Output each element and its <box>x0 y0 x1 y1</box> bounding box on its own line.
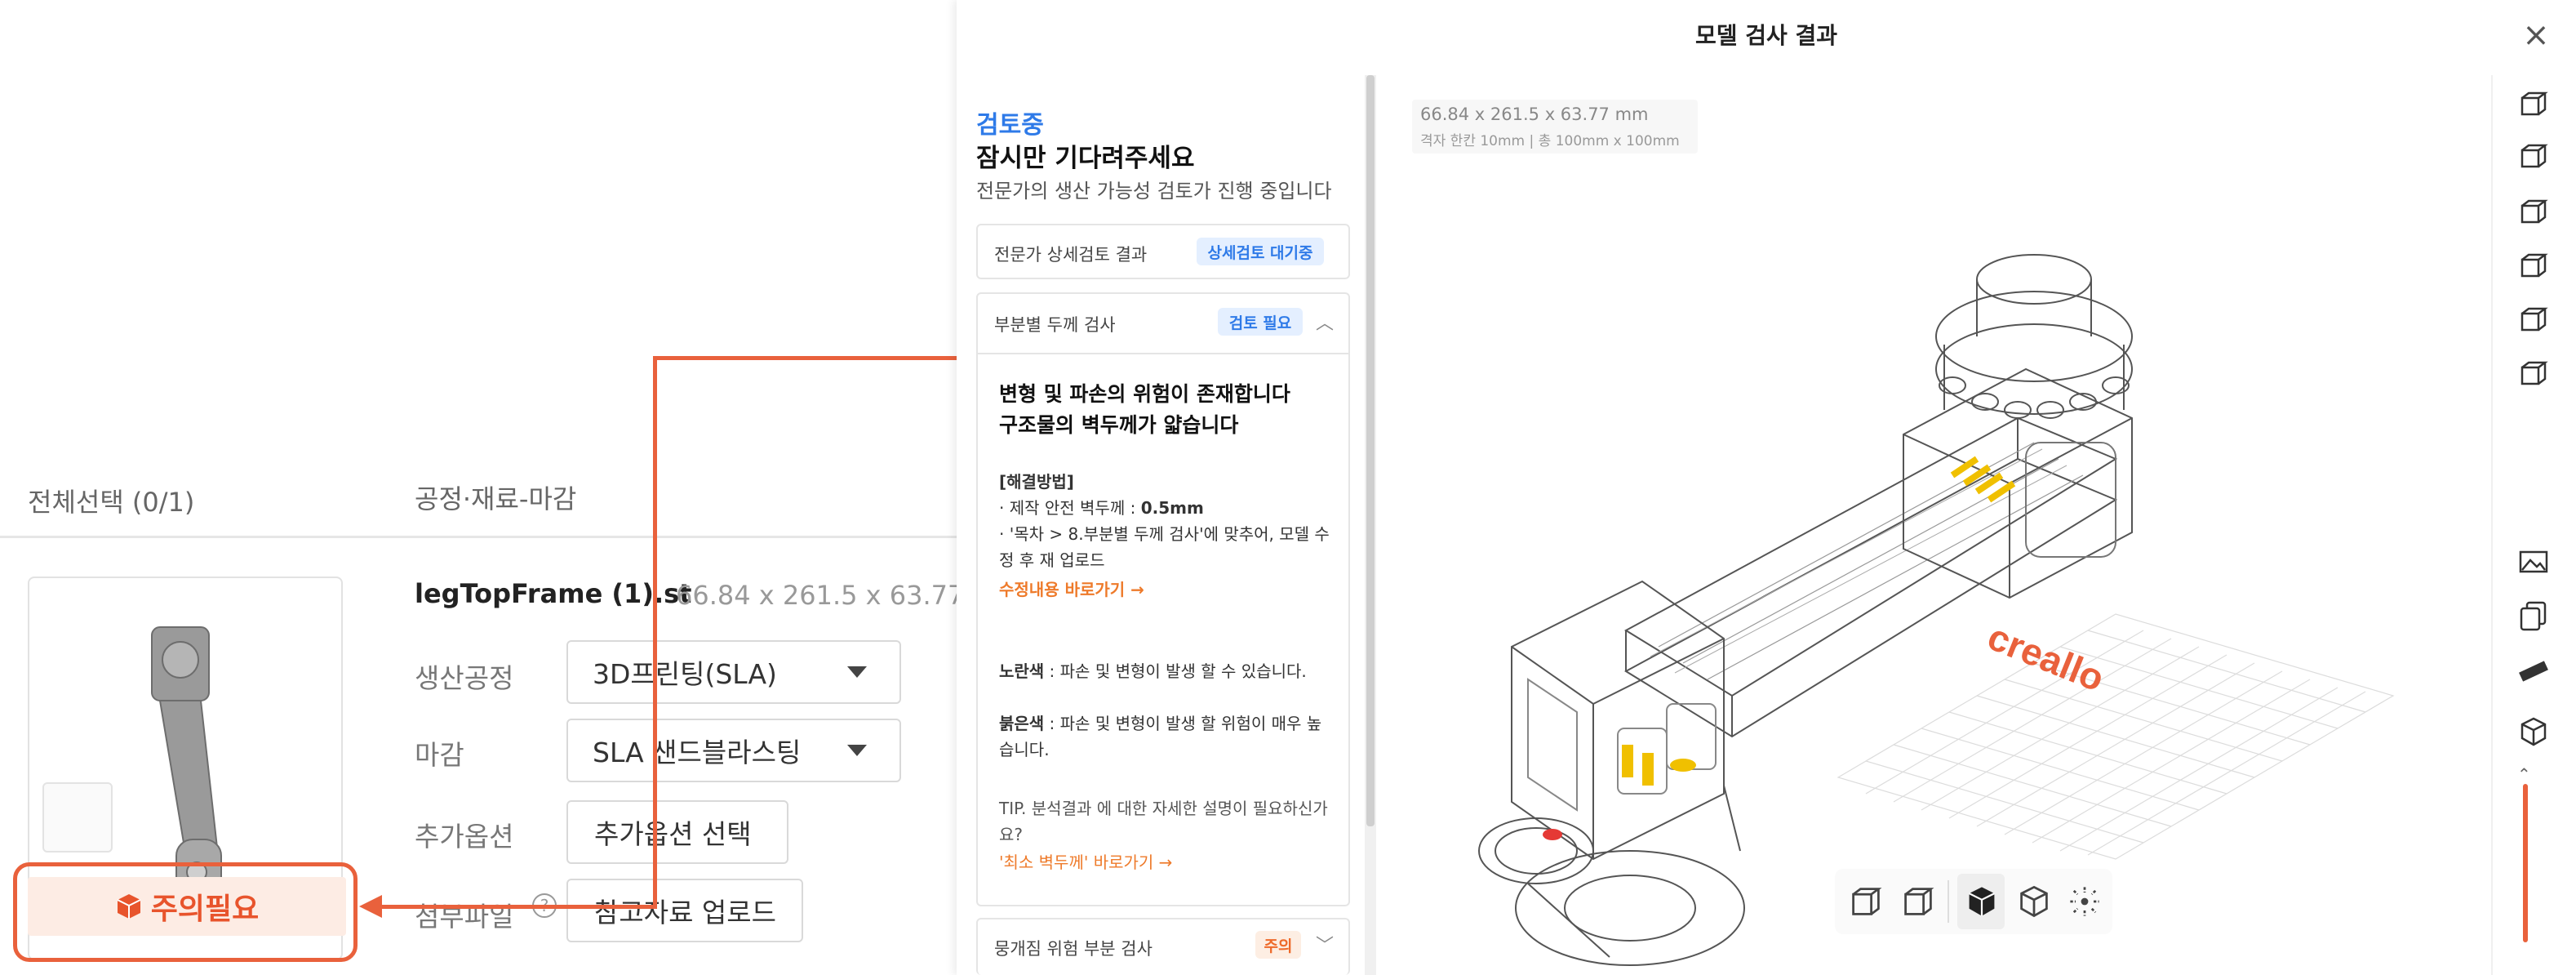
review-scroll-thumb[interactable] <box>1366 75 1375 826</box>
expert-status-badge: 상세검토 대기중 <box>1197 238 1324 265</box>
wireframe-icon[interactable] <box>2016 884 2052 919</box>
select-all-checkbox-label[interactable]: 전체선택 (0/1) <box>28 482 194 519</box>
file-dimensions: 66.84 x 261.5 x 63.77 r <box>676 580 984 611</box>
thickness-badge: 검토 필요 <box>1218 308 1303 336</box>
clump-badge: 주의 <box>1255 931 1301 959</box>
view-cube-4-icon[interactable] <box>2517 250 2550 283</box>
header-divider <box>0 536 957 538</box>
yellow-desc: : 파손 및 변형이 발생 할 수 있습니다. <box>1044 661 1307 681</box>
view-cube-1-icon[interactable] <box>2517 88 2550 121</box>
order-panel: 전체선택 (0/1) 공정·재료-마감 legTopFrame (1).st 6… <box>0 0 984 975</box>
min-wall-link[interactable]: '최소 벽두께' 바로가기 → <box>999 849 1172 873</box>
tip-text: TIP. 분석결과 에 대한 자세한 설명이 필요하신가요? <box>999 799 1328 844</box>
red-label: 붉은색 <box>999 714 1045 733</box>
ruler-icon[interactable] <box>2517 655 2550 688</box>
solution-title: [해결방법] <box>999 472 1074 492</box>
fix-link[interactable]: 수정내용 바로가기 → <box>999 577 1144 600</box>
zoom-slider[interactable] <box>2523 784 2528 942</box>
thickness-check-section: 부분별 두께 검사 검토 필요 ︿ 변형 및 파손의 위험이 존재합니다 구조물… <box>976 292 1350 906</box>
model-viewer[interactable]: 66.84 x 261.5 x 63.77 mm 격자 한칸 10mm | 총 … <box>1381 75 2491 975</box>
view-cube-3-icon[interactable] <box>2517 196 2550 229</box>
toolbar-divider <box>1948 880 1949 923</box>
process-value: 3D프린팅(SLA) <box>593 658 777 690</box>
option-label: 추가옵션 <box>415 821 514 853</box>
process-select[interactable]: 3D프린팅(SLA) <box>566 640 901 704</box>
finish-label: 마감 <box>415 739 464 771</box>
close-icon[interactable]: × <box>2516 16 2556 57</box>
zoom-up-icon[interactable]: ⌃ <box>2517 764 2531 784</box>
red-desc: : 파손 및 변형이 발생 할 위험이 매우 높습니다. <box>999 714 1322 759</box>
process-label: 생산공정 <box>415 662 514 694</box>
safe-thickness-value: 0.5mm <box>1140 498 1204 518</box>
fit-icon[interactable] <box>2067 884 2103 919</box>
chevron-down-icon <box>847 745 867 756</box>
attachment-label: 첨부파일 <box>415 901 514 933</box>
ortho-icon[interactable] <box>1900 884 1936 919</box>
image-icon[interactable] <box>2517 545 2550 578</box>
section-divider <box>978 353 1348 354</box>
solution-2: · '목차 > 8.부분별 두께 검사'에 맞추어, 모델 수정 후 재 업로드 <box>999 524 1330 570</box>
solution-1: · 제작 안전 벽두께 : 0.5mm <box>999 495 1204 521</box>
review-status: 검토중 <box>976 111 1044 140</box>
add-option-text: 추가옵션 선택 <box>594 818 752 850</box>
chevron-up-icon[interactable]: ︿ <box>1316 309 1334 335</box>
finish-select[interactable]: SLA 샌드블라스팅 <box>566 719 901 782</box>
item-checkbox[interactable] <box>42 782 113 853</box>
annotation-line-vertical <box>653 356 657 908</box>
column-header: 공정·재료-마감 <box>415 483 577 514</box>
view-cube-6-icon[interactable] <box>2517 358 2550 390</box>
modal-title: 모델 검사 결과 <box>1694 22 1838 49</box>
review-panel: 검토중 잠시만 기다려주세요 전문가의 생산 가능성 검토가 진행 중입니다 전… <box>957 75 1365 975</box>
inspection-modal: 모델 검사 결과 × 검토중 잠시만 기다려주세요 전문가의 생산 가능성 검토… <box>957 0 2576 975</box>
grid-floor <box>1837 613 2395 860</box>
annotation-highlight-box <box>13 862 358 962</box>
file-name: legTopFrame (1).st <box>415 578 692 609</box>
perspective-icon[interactable] <box>1848 884 1884 919</box>
finish-value: SLA 샌드블라스팅 <box>593 737 802 768</box>
annotation-line-top <box>653 356 957 360</box>
expert-review-label: 전문가 상세검토 결과 <box>994 245 1148 265</box>
clump-check-row[interactable]: 뭉개짐 위험 부분 검사 주의 ﹀ <box>976 918 1350 975</box>
box-3d-icon[interactable] <box>2517 715 2550 748</box>
view-cube-2-icon[interactable] <box>2517 140 2550 173</box>
copy-icon[interactable] <box>2517 599 2550 632</box>
annotation-line-bottom <box>382 905 657 909</box>
expert-review-row[interactable]: 전문가 상세검토 결과 상세검토 대기중 <box>976 224 1350 279</box>
chevron-down-icon[interactable]: ﹀ <box>1316 931 1334 957</box>
view-cube-5-icon[interactable] <box>2517 304 2550 336</box>
thin-wall-highlights <box>1543 456 2016 840</box>
clump-label: 뭉개짐 위험 부분 검사 <box>994 939 1153 959</box>
yellow-label: 노란색 <box>999 661 1045 681</box>
view-controls <box>1835 869 2112 934</box>
thickness-label: 부분별 두께 검사 <box>994 315 1116 335</box>
model-canvas[interactable]: creallo <box>1381 75 2491 975</box>
review-subtitle: 전문가의 생산 가능성 검토가 진행 중입니다 <box>976 180 1332 203</box>
wireframe-model <box>1478 254 2133 966</box>
upload-text: 참고자료 업로드 <box>594 897 777 928</box>
brand-watermark: creallo <box>1982 615 2110 700</box>
wall-thin-headline: 구조물의 벽두께가 얇습니다 <box>999 413 1239 437</box>
risk-headline: 변형 및 파손의 위험이 존재합니다 <box>999 382 1290 406</box>
solution-1-text: · 제작 안전 벽두께 : <box>999 498 1141 518</box>
review-title: 잠시만 기다려주세요 <box>976 144 1195 173</box>
yellow-legend: 노란색 : 파손 및 변형이 발생 할 수 있습니다. <box>999 658 1334 684</box>
upload-reference-button[interactable]: 참고자료 업로드 <box>566 879 803 942</box>
solid-icon[interactable] <box>1964 884 2000 919</box>
annotation-arrow-icon <box>359 895 382 918</box>
red-legend: 붉은색 : 파손 및 변형이 발생 할 위험이 매우 높습니다. <box>999 710 1334 763</box>
add-option-button[interactable]: 추가옵션 선택 <box>566 800 788 864</box>
chevron-down-icon <box>847 666 867 678</box>
